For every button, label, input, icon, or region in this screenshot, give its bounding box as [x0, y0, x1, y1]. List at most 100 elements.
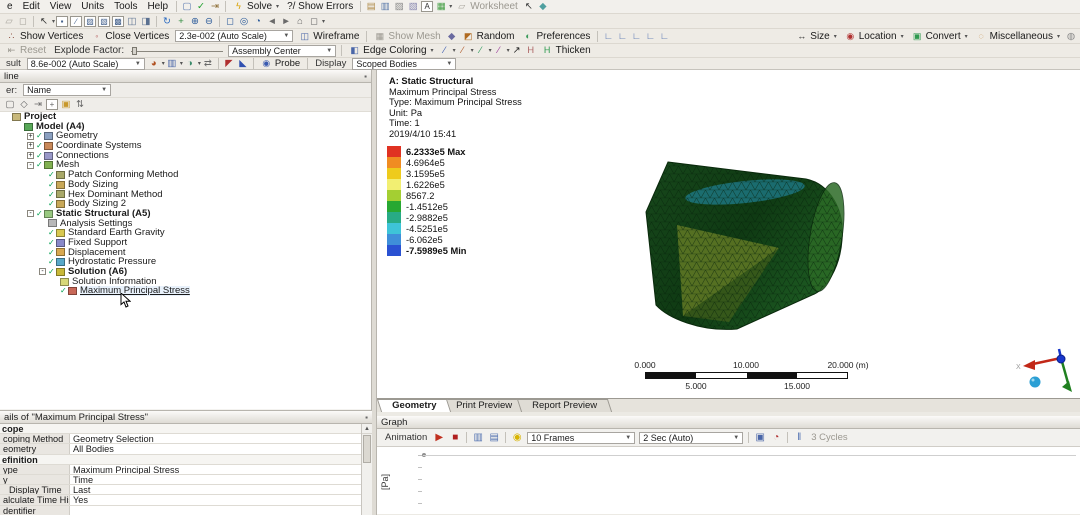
show-vertices-button[interactable]: ∴Show Vertices — [2, 29, 87, 43]
menu-tools[interactable]: Tools — [109, 1, 142, 12]
edge-direction-icon-3[interactable]: ∟ — [629, 31, 643, 42]
export-video-icon[interactable]: ▣ — [752, 432, 768, 443]
tree-item-static-structural-a5[interactable]: -✓Static Structural (A5) — [0, 209, 371, 219]
preferences-button[interactable]: ◐Preferences — [518, 29, 594, 43]
geometry-viewport[interactable]: A: Static Structural Maximum Principal S… — [377, 70, 1080, 398]
tree-item-body-sizing[interactable]: ✓Body Sizing — [0, 180, 371, 190]
selection-cursor-icon[interactable]: ↖ — [522, 1, 536, 12]
iso-surface-icon[interactable]: ◑ — [183, 58, 197, 69]
notes-icon[interactable]: ▤ — [364, 1, 378, 12]
prev-view-icon[interactable]: ◄ — [265, 16, 279, 27]
report-icon[interactable]: ▥ — [378, 1, 392, 12]
play-icon[interactable]: ▶ — [431, 432, 447, 443]
menu-edit[interactable]: Edit — [18, 1, 45, 12]
select-all-icon[interactable]: ◫ — [125, 16, 139, 27]
edge-direction-icon-4[interactable]: ∟ — [643, 31, 657, 42]
edge-extra-icon[interactable]: ◍ — [1064, 31, 1078, 42]
validate-icon[interactable]: ✓ — [194, 1, 208, 12]
show-errors-button[interactable]: ?/ Show Errors — [283, 0, 357, 13]
probe-button[interactable]: ◉Probe — [257, 58, 304, 69]
details-row-alculate-time-history[interactable]: alculate Time HistoryYes — [0, 495, 361, 505]
pan-icon[interactable]: + — [174, 16, 188, 27]
details-row-display-time[interactable]: Display TimeLast — [0, 485, 361, 495]
solve-button[interactable]: ϟSolve▾ — [229, 0, 283, 13]
edge-option-icon-2[interactable]: ∕ — [456, 45, 470, 56]
edge-option-icon-1-group[interactable]: ∕▾ — [438, 45, 456, 56]
outline-display-icon[interactable]: ⇄ — [201, 58, 215, 69]
graph-plot[interactable]: [Pa] — [377, 447, 1080, 514]
zoom-in-icon[interactable]: ⊕ — [188, 16, 202, 27]
contour-display-icon-group[interactable]: ◕▾ — [147, 58, 165, 69]
figure-image-icon-group[interactable]: ▦▾ — [434, 1, 452, 12]
iso-surface-icon-group[interactable]: ◑▾ — [183, 58, 201, 69]
window-icon[interactable]: ▢ — [180, 1, 194, 12]
edge-option-icon-4-group[interactable]: ∕▾ — [492, 45, 510, 56]
convert-button[interactable]: ▣Convert▾ — [908, 29, 972, 43]
details-row-dentifier[interactable]: dentifier — [0, 506, 361, 515]
tab-geometry[interactable]: Geometry — [377, 399, 452, 412]
size-button[interactable]: ↔Size▾ — [792, 29, 840, 43]
comment-icon[interactable]: ▧ — [406, 1, 420, 12]
result-scale-dropdown[interactable]: 8.6e-002 (Auto Scale)▼ — [27, 58, 145, 70]
iso-view-icon[interactable]: ⌂ — [293, 16, 307, 27]
edge-option-icon-3[interactable]: ∕ — [474, 45, 488, 56]
magnifier-icon[interactable]: ◔ — [251, 16, 265, 27]
collapse-tree-icon[interactable]: ▢ — [3, 99, 17, 110]
goto-icon[interactable]: ⇥ — [31, 99, 45, 110]
expand-icon[interactable]: + — [27, 152, 34, 159]
orientation-triad[interactable]: X — [1015, 346, 1079, 398]
stop-icon[interactable]: ■ — [447, 432, 463, 443]
contour-display-icon[interactable]: ◕ — [147, 58, 161, 69]
chart-pane2-icon[interactable]: ▤ — [486, 432, 502, 443]
explode-center-dropdown[interactable]: Assembly Center▼ — [228, 45, 336, 57]
tab-report-preview[interactable]: Report Preview — [517, 399, 612, 412]
tree-item-maximum-principal-stress[interactable]: ✓Maximum Principal Stress — [0, 286, 371, 296]
edge-filter-icon[interactable]: ∕ — [70, 16, 82, 27]
expand-icon[interactable]: + — [27, 142, 34, 149]
tree-item-fixed-support[interactable]: ✓Fixed Support — [0, 238, 371, 248]
vertex-scale-dropdown[interactable]: 2.3e-002 (Auto Scale)▼ — [175, 30, 293, 42]
max-probe-icon[interactable]: ◤ — [222, 58, 236, 69]
tree-item-mesh[interactable]: -✓Mesh — [0, 160, 371, 170]
viewports-icon[interactable]: ◻ — [307, 16, 321, 27]
figure-image-icon[interactable]: ▦ — [434, 1, 448, 12]
edge-option-icon-2-group[interactable]: ∕▾ — [456, 45, 474, 56]
display-mode-dropdown[interactable]: Scoped Bodies▼ — [352, 58, 456, 70]
sort-icon[interactable]: ⇅ — [73, 99, 87, 110]
pin-icon[interactable]: ▪ — [364, 72, 367, 81]
bulb-icon[interactable]: ◉ — [509, 432, 525, 443]
thick-edge-icon[interactable]: ↗ — [510, 45, 524, 56]
details-row-coping-method[interactable]: coping MethodGeometry Selection — [0, 434, 361, 444]
mesh-quality-icon[interactable]: ◆ — [445, 31, 459, 42]
label-icon[interactable]: ▱ — [2, 16, 16, 27]
tree-item-hex-dominant-method[interactable]: ✓Hex Dominant Method — [0, 190, 371, 200]
body-filter-icon[interactable]: ▧ — [98, 16, 110, 27]
rotate-icon[interactable]: ↻ — [160, 16, 174, 27]
collapse-icon[interactable]: - — [27, 210, 34, 217]
contour-bands-icon[interactable]: ▥ — [165, 58, 179, 69]
next-view-icon[interactable]: ► — [279, 16, 293, 27]
reset-button[interactable]: ⇤Reset — [2, 44, 50, 57]
close-vertices-button[interactable]: ◦Close Vertices — [87, 29, 173, 43]
zoom-result-icon[interactable]: ◔ — [768, 432, 784, 443]
wireframe-button[interactable]: ◫Wireframe — [295, 29, 363, 43]
tree-item-standard-earth-gravity[interactable]: ✓Standard Earth Gravity — [0, 228, 371, 238]
thicken-button[interactable]: HThicken — [538, 44, 595, 57]
collapse-icon[interactable]: - — [39, 268, 46, 275]
random-button[interactable]: ◩Random — [459, 29, 519, 43]
collapse-icon[interactable]: - — [27, 162, 34, 169]
edge-direction-icon-5[interactable]: ∟ — [657, 31, 671, 42]
select-mode-icon[interactable]: ↖ — [37, 16, 51, 27]
folder-icon[interactable]: ▣ — [59, 99, 73, 110]
expand-icon[interactable]: + — [27, 133, 34, 140]
pin-icon[interactable]: ▪ — [365, 413, 368, 422]
miscellaneous-button[interactable]: ◌Miscellaneous▾ — [972, 29, 1064, 43]
tree-item-analysis-settings[interactable]: Analysis Settings — [0, 219, 371, 229]
slider-thumb[interactable] — [132, 47, 137, 55]
cycles-icon[interactable]: ‖ — [791, 432, 807, 443]
zoom-out-icon[interactable]: ⊖ — [202, 16, 216, 27]
location-button[interactable]: ◉Location▾ — [841, 29, 908, 43]
filter-name-dropdown[interactable]: Name ▼ — [23, 84, 111, 96]
min-probe-icon[interactable]: ◣ — [236, 58, 250, 69]
details-scrollbar[interactable]: ▲ — [361, 424, 372, 515]
